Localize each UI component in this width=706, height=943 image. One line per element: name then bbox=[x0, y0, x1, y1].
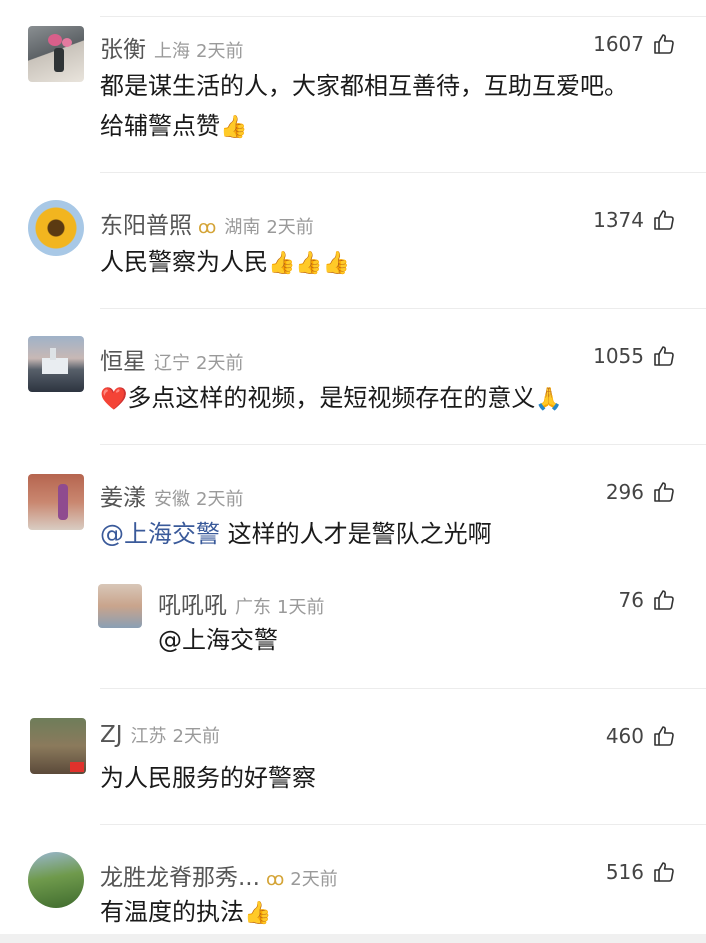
username[interactable]: 姜漾 bbox=[100, 478, 146, 512]
reply-text: @上海交警 bbox=[158, 620, 686, 660]
thumbs-up-icon bbox=[654, 862, 674, 882]
avatar[interactable] bbox=[98, 584, 142, 628]
timestamp: 2天前 bbox=[290, 869, 338, 890]
avatar[interactable] bbox=[28, 200, 84, 256]
location: 安徽 bbox=[154, 489, 190, 510]
like-count: 460 bbox=[605, 724, 644, 748]
timestamp: 2天前 bbox=[196, 41, 244, 62]
thumbs-up-emoji: 👍 bbox=[268, 251, 296, 276]
comment-text: ❤️多点这样的视频，是短视频存在的意义🙏 bbox=[100, 378, 686, 420]
thumbs-up-emoji: 👍 bbox=[295, 251, 323, 276]
like-count: 76 bbox=[618, 588, 644, 612]
comment-meta: 龙胜龙脊那秀... ꝏ 2天前 bbox=[100, 858, 338, 892]
comment-meta: 东阳普照 ꝏ 湖南 2天前 bbox=[100, 206, 314, 240]
location: 江苏 bbox=[130, 726, 167, 747]
thumbs-up-icon bbox=[654, 210, 674, 230]
comment-text: 人民警察为人民👍👍👍 bbox=[100, 242, 686, 284]
avatar[interactable] bbox=[28, 852, 84, 908]
avatar[interactable] bbox=[28, 474, 84, 530]
comment-meta: 恒星 辽宁 2天前 bbox=[100, 342, 243, 376]
avatar[interactable] bbox=[28, 336, 84, 392]
like-count: 516 bbox=[605, 860, 644, 884]
thumbs-up-icon bbox=[654, 346, 674, 366]
divider bbox=[100, 172, 706, 173]
username[interactable]: 龙胜龙脊那秀... bbox=[100, 858, 260, 892]
comment-body: 这样的人才是警队之光啊 bbox=[220, 520, 492, 548]
like-count: 296 bbox=[605, 480, 644, 504]
comment-line: 都是谋生活的人，大家都相互善待，互助互爱吧。 bbox=[100, 72, 628, 100]
like-button[interactable]: 460 bbox=[606, 724, 676, 748]
thumbs-up-icon bbox=[654, 590, 674, 610]
badge-icon: ꝏ bbox=[265, 869, 285, 890]
divider bbox=[100, 824, 706, 825]
like-button[interactable]: 516 bbox=[606, 860, 676, 884]
username[interactable]: 恒星 bbox=[100, 342, 146, 376]
mention-link[interactable]: @上海交警 bbox=[100, 520, 220, 548]
like-button[interactable]: 1374 bbox=[593, 208, 676, 232]
divider bbox=[100, 308, 706, 309]
comment-body: 为人民服务的好警察 bbox=[100, 764, 316, 792]
timestamp: 2天前 bbox=[172, 726, 220, 747]
thumbs-up-icon bbox=[654, 34, 674, 54]
comment-meta: 姜漾 安徽 2天前 bbox=[100, 478, 243, 512]
comment-body: 人民警察为人民 bbox=[100, 248, 268, 276]
like-count: 1607 bbox=[593, 32, 644, 56]
timestamp: 1天前 bbox=[277, 597, 325, 618]
badge-icon: ꝏ bbox=[198, 217, 217, 238]
comment-meta: 张衡 上海 2天前 bbox=[100, 30, 243, 64]
avatar[interactable] bbox=[28, 26, 84, 82]
comment-line: 给辅警点赞 bbox=[100, 112, 220, 140]
divider bbox=[100, 688, 706, 689]
timestamp: 2天前 bbox=[266, 217, 314, 238]
location: 上海 bbox=[154, 41, 190, 62]
thumbs-up-icon bbox=[654, 726, 674, 746]
avatar[interactable] bbox=[30, 718, 86, 774]
comment-body: 多点这样的视频，是短视频存在的意义 bbox=[127, 384, 536, 412]
comment-text: @上海交警 这样的人才是警队之光啊 bbox=[100, 514, 686, 554]
like-button[interactable]: 296 bbox=[606, 480, 676, 504]
top-divider bbox=[100, 16, 706, 17]
reply-meta: 吼吼吼 广东 1天前 bbox=[158, 586, 324, 620]
username[interactable]: 东阳普照 bbox=[100, 206, 192, 240]
comment-text: 都是谋生活的人，大家都相互善待，互助互爱吧。 给辅警点赞👍 bbox=[100, 66, 686, 148]
heart-emoji: ❤️ bbox=[100, 387, 128, 412]
thumbs-up-emoji: 👍 bbox=[244, 901, 272, 926]
username[interactable]: 吼吼吼 bbox=[158, 586, 227, 620]
bottom-bar bbox=[0, 934, 706, 943]
location: 湖南 bbox=[224, 217, 261, 238]
divider bbox=[100, 444, 706, 445]
comment-meta: ZJ 江苏 2天前 bbox=[100, 722, 220, 748]
username[interactable]: ZJ bbox=[100, 722, 123, 748]
like-button[interactable]: 1607 bbox=[593, 32, 676, 56]
comment-body: 有温度的执法 bbox=[100, 898, 244, 926]
timestamp: 2天前 bbox=[196, 489, 244, 510]
like-count: 1374 bbox=[593, 208, 644, 232]
mention-text: @上海交警 bbox=[158, 626, 278, 654]
thumbs-up-icon bbox=[654, 482, 674, 502]
username[interactable]: 张衡 bbox=[100, 30, 146, 64]
like-button[interactable]: 76 bbox=[619, 588, 676, 612]
comment-text: 有温度的执法👍 bbox=[100, 892, 686, 934]
like-button[interactable]: 1055 bbox=[593, 344, 676, 368]
thumbs-up-emoji: 👍 bbox=[322, 251, 351, 276]
comment-line-wrap: 给辅警点赞👍 bbox=[100, 106, 686, 148]
timestamp: 2天前 bbox=[196, 353, 244, 374]
comment-text: 为人民服务的好警察 bbox=[100, 758, 686, 798]
pray-emoji: 🙏 bbox=[535, 387, 563, 412]
location: 辽宁 bbox=[154, 353, 190, 374]
thumbs-up-emoji: 👍 bbox=[220, 115, 248, 140]
like-count: 1055 bbox=[593, 344, 644, 368]
location: 广东 bbox=[235, 597, 271, 618]
